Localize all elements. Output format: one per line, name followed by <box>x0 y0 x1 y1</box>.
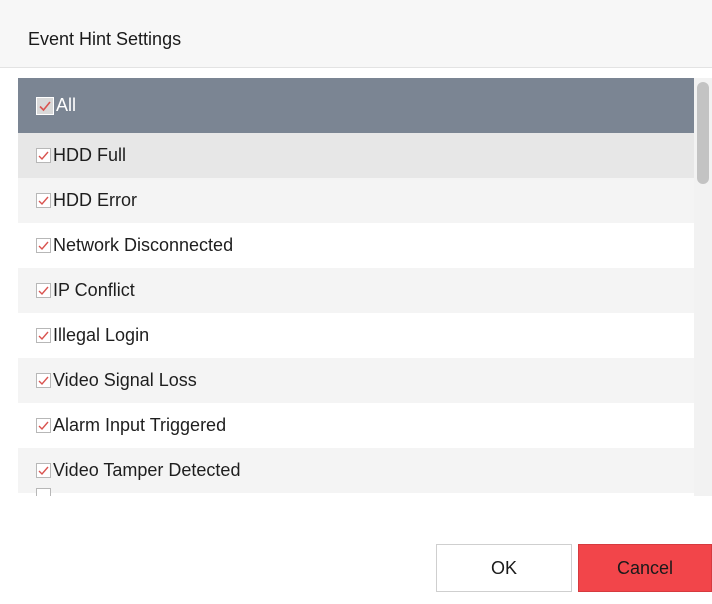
list-item-all[interactable]: All <box>18 78 694 133</box>
list-item[interactable]: Alarm Input Triggered <box>18 403 694 448</box>
checkbox-checked-icon[interactable] <box>36 193 51 208</box>
list-item-label: Video Tamper Detected <box>53 460 241 480</box>
checkbox-checked-icon[interactable] <box>36 96 54 115</box>
dialog-header: Event Hint Settings <box>0 0 712 68</box>
list-item[interactable]: Video Tamper Detected <box>18 448 694 493</box>
list-item[interactable]: Illegal Login <box>18 313 694 358</box>
checkbox-checked-icon[interactable] <box>36 418 51 433</box>
list-item-label: HDD Error <box>53 190 137 210</box>
list-item-label: Alarm Input Triggered <box>53 415 227 435</box>
list-item-label: Video Signal Loss <box>53 370 197 390</box>
list-item[interactable]: HDD Full <box>18 133 694 178</box>
checkbox-checked-icon[interactable] <box>36 463 51 478</box>
checkbox-partial-icon <box>36 488 51 496</box>
scrollbar-thumb[interactable] <box>697 82 709 184</box>
list-scrollbar[interactable] <box>694 78 712 496</box>
event-list-container: All HDD Full HDD Error Network Disconnec… <box>18 78 712 496</box>
ok-button[interactable]: OK <box>436 544 572 592</box>
list-item[interactable]: Network Disconnected <box>18 223 694 268</box>
checkbox-checked-icon[interactable] <box>36 238 51 253</box>
list-item[interactable]: IP Conflict <box>18 268 694 313</box>
checkbox-checked-icon[interactable] <box>36 373 51 388</box>
list-item-label: All <box>56 95 77 115</box>
list-item-label: Network Disconnected <box>53 235 234 255</box>
list-item-label: HDD Full <box>53 145 127 165</box>
list-item-label: Illegal Login <box>53 325 150 345</box>
list-item[interactable]: Video Signal Loss <box>18 358 694 403</box>
list-item-label: IP Conflict <box>53 280 135 300</box>
event-hint-settings-dialog: Event Hint Settings All HDD Full HDD Err… <box>0 0 712 604</box>
list-item[interactable]: HDD Error <box>18 178 694 223</box>
event-list: All HDD Full HDD Error Network Disconnec… <box>18 78 694 496</box>
checkbox-checked-icon[interactable] <box>36 148 51 163</box>
checkbox-checked-icon[interactable] <box>36 283 51 298</box>
cancel-button[interactable]: Cancel <box>578 544 712 592</box>
dialog-title: Event Hint Settings <box>28 29 182 49</box>
checkbox-checked-icon[interactable] <box>36 328 51 343</box>
